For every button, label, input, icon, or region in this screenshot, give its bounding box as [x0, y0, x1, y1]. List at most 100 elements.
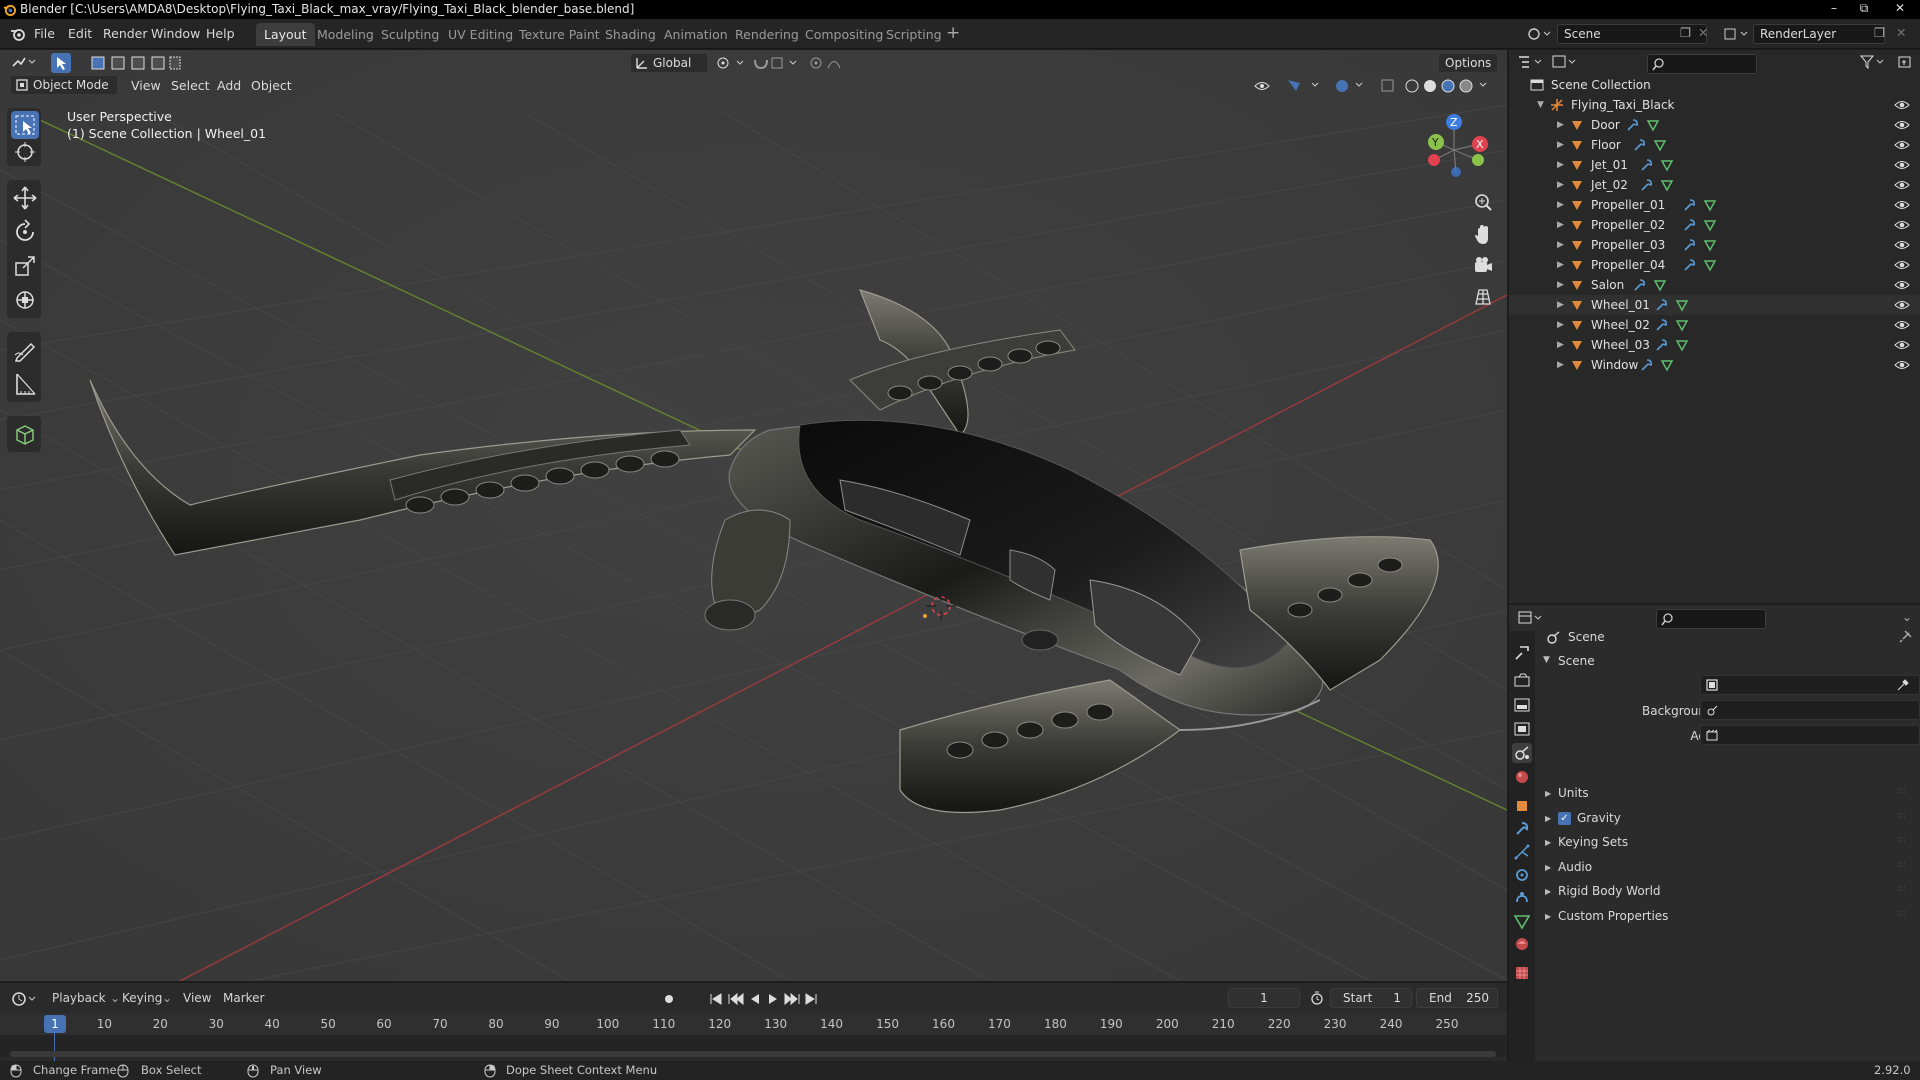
constraints-tab-icon[interactable] — [1512, 888, 1532, 908]
tab-shading[interactable]: Shading — [597, 23, 664, 46]
visibility-eye-icon[interactable] — [1894, 238, 1910, 252]
outliner-object-row[interactable]: ▶ Jet_02 — [1509, 175, 1920, 195]
timeline-menu-marker[interactable]: Marker — [223, 991, 264, 1005]
menu-window[interactable]: Window — [151, 26, 200, 41]
filter-icon[interactable] — [1859, 54, 1889, 70]
visibility-eye-icon[interactable] — [1894, 178, 1910, 192]
add-workspace-icon[interactable]: + — [946, 23, 960, 43]
timeline-scrollbar[interactable] — [10, 1051, 1496, 1057]
drag-handle-icon[interactable]: ∷ — [1899, 860, 1905, 871]
outliner-object-row[interactable]: ▶ Propeller_02 — [1509, 215, 1920, 235]
output-tab-icon[interactable] — [1512, 695, 1532, 715]
maximize-button[interactable]: ⧉ — [1850, 0, 1878, 18]
mesh-data-icon[interactable] — [1675, 298, 1689, 312]
modifier-wrench-icon[interactable] — [1683, 238, 1697, 252]
physics-tab-icon[interactable] — [1512, 865, 1532, 885]
tool-transform[interactable] — [11, 286, 39, 314]
camera-field[interactable] — [1700, 675, 1920, 695]
expand-arrow-icon[interactable]: ▶ — [1557, 140, 1564, 150]
tab-uv-editing[interactable]: UV Editing — [440, 23, 521, 46]
gravity-checkbox[interactable]: ✓ — [1558, 811, 1571, 825]
modifier-wrench-icon[interactable] — [1655, 338, 1669, 352]
modifier-wrench-icon[interactable] — [1640, 158, 1654, 172]
viewport-menu-object[interactable]: Object — [251, 78, 292, 93]
timeline-menu-keying[interactable]: Keying — [122, 991, 162, 1005]
modifier-tab-icon[interactable] — [1512, 819, 1532, 839]
properties-editor-type-icon[interactable] — [1517, 610, 1547, 626]
scene-browse-icon[interactable] — [1527, 27, 1553, 41]
properties-search-field[interactable] — [1656, 609, 1766, 629]
remove-view-layer-icon[interactable]: ✕ — [1896, 25, 1906, 40]
tool-select-box[interactable] — [11, 111, 39, 139]
stopwatch-icon[interactable] — [1310, 991, 1324, 1005]
scene-tab-icon[interactable] — [1512, 743, 1532, 763]
end-frame-field[interactable]: End 250 — [1416, 988, 1498, 1008]
mesh-data-icon[interactable] — [1675, 338, 1689, 352]
options-dropdown[interactable]: Options — [1438, 53, 1498, 73]
tab-scripting[interactable]: Scripting — [878, 23, 950, 46]
visibility-eye-icon[interactable] — [1894, 158, 1910, 172]
expand-arrow-icon[interactable]: ▶ — [1557, 280, 1564, 290]
view-layer-tab-icon[interactable] — [1512, 719, 1532, 739]
expand-arrow-icon[interactable]: ▶ — [1557, 160, 1564, 170]
outliner-object-row[interactable]: ▶ Window — [1509, 355, 1920, 375]
mesh-data-icon[interactable] — [1675, 318, 1689, 332]
minimize-button[interactable]: – — [1820, 0, 1848, 18]
tab-rendering[interactable]: Rendering — [727, 23, 807, 46]
tab-modeling[interactable]: Modeling — [309, 23, 382, 46]
remove-scene-icon[interactable]: ✕ — [1698, 25, 1708, 40]
mesh-data-icon[interactable] — [1653, 138, 1667, 152]
modifier-wrench-icon[interactable] — [1655, 298, 1669, 312]
menu-edit[interactable]: Edit — [68, 26, 92, 41]
drag-handle-icon[interactable]: ∷ — [1899, 884, 1905, 895]
panel-collapse-arrow-icon[interactable]: ▼ — [1543, 655, 1550, 665]
camera-view-icon[interactable] — [1470, 253, 1496, 279]
visibility-eye-icon[interactable] — [1894, 338, 1910, 352]
expand-arrow-icon[interactable]: ▶ — [1557, 260, 1564, 270]
playback-chevron-icon[interactable]: ⌄ — [110, 991, 120, 1005]
perspective-toggle-icon[interactable] — [1470, 284, 1496, 310]
new-collection-icon[interactable] — [1897, 54, 1913, 70]
snap-icon[interactable] — [752, 55, 802, 71]
tool-scale[interactable] — [11, 252, 39, 280]
outliner-editor-type-icon[interactable] — [1517, 54, 1547, 70]
modifier-wrench-icon[interactable] — [1683, 198, 1697, 212]
subpanel-expand-arrow-icon[interactable]: ▶ — [1545, 887, 1551, 896]
menu-file[interactable]: File — [34, 26, 55, 41]
new-view-layer-icon[interactable]: ❐ — [1874, 25, 1885, 40]
tab-sculpting[interactable]: Sculpting — [373, 23, 447, 46]
outliner-object-row[interactable]: ▶ Door — [1509, 115, 1920, 135]
subpanel-header[interactable]: Audio — [1558, 860, 1592, 874]
start-frame-field[interactable]: Start 1 — [1330, 988, 1412, 1008]
editor-type-icon[interactable] — [10, 54, 38, 70]
tab-texture-paint[interactable]: Texture Paint — [511, 23, 608, 46]
expand-arrow-icon[interactable]: ▼ — [1537, 100, 1544, 110]
eyedropper-icon[interactable] — [1896, 679, 1909, 692]
visibility-eye-icon[interactable] — [1894, 198, 1910, 212]
mesh-data-icon[interactable] — [1703, 198, 1717, 212]
tab-animation[interactable]: Animation — [656, 23, 736, 46]
visibility-eye-icon[interactable] — [1894, 258, 1910, 272]
view-layer-browse-icon[interactable] — [1723, 27, 1751, 41]
subpanel-expand-arrow-icon[interactable]: ▶ — [1545, 789, 1551, 798]
outliner-object-row[interactable]: ▶ Propeller_01 — [1509, 195, 1920, 215]
expand-arrow-icon[interactable]: ▶ — [1557, 320, 1564, 330]
mesh-data-icon[interactable] — [1660, 178, 1674, 192]
tool-move[interactable] — [11, 184, 39, 212]
visibility-eye-icon[interactable] — [1894, 218, 1910, 232]
tool-measure[interactable] — [11, 370, 39, 398]
navigation-gizmo[interactable]: Z X Y — [1414, 112, 1494, 190]
expand-arrow-icon[interactable]: ▶ — [1557, 200, 1564, 210]
tool-tab-icon[interactable] — [1512, 643, 1532, 663]
modifier-wrench-icon[interactable] — [1640, 178, 1654, 192]
view-layer-selector[interactable]: RenderLayer — [1753, 24, 1885, 44]
menu-help[interactable]: Help — [206, 26, 235, 41]
outliner-search-field[interactable] — [1647, 54, 1757, 74]
visibility-eye-icon[interactable] — [1894, 138, 1910, 152]
mesh-data-icon[interactable] — [1703, 258, 1717, 272]
visibility-eye-icon[interactable] — [1894, 318, 1910, 332]
viewport-menu-select[interactable]: Select — [171, 78, 210, 93]
pivot-point-icon[interactable] — [715, 56, 751, 70]
texture-tab-icon[interactable] — [1512, 963, 1532, 983]
outliner-object-row[interactable]: ▶ Wheel_01 — [1509, 295, 1920, 315]
